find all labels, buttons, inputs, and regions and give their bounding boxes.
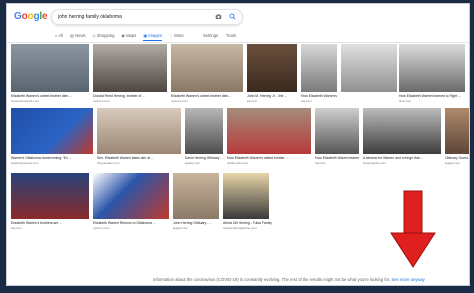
tag-icon: ◇ [92, 32, 96, 38]
news-icon: ▤ [70, 32, 74, 38]
result-thumbnail[interactable] [11, 173, 89, 219]
result-source: wsj.com [315, 161, 326, 165]
camera-icon[interactable] [215, 13, 222, 20]
result-caption[interactable]: John M. Herring Jr. - the ... [247, 94, 297, 98]
map-pin-icon: ◉ [121, 32, 126, 38]
settings-link[interactable]: Settings [203, 33, 218, 38]
result-source: ew.com [247, 99, 258, 103]
result-thumbnail[interactable] [11, 44, 89, 92]
result-caption[interactable]: Warren's Oklahoma homecoming: 'It's ... [11, 156, 93, 160]
result-caption[interactable]: A window for Warren and a fringe that ..… [363, 156, 441, 160]
result-source: tulsafamilymagazine.com [223, 226, 257, 230]
tab-images[interactable]: ▣ Images [143, 30, 163, 41]
result-caption[interactable]: Elizabeth Warren's brothers are ... [11, 221, 89, 225]
result-source: foxnewsnetwork.com [11, 99, 40, 103]
result-thumbnail[interactable] [247, 44, 297, 92]
result-thumbnail[interactable] [315, 108, 359, 154]
see-more-link[interactable]: See more anyway [391, 277, 425, 282]
result-thumbnail[interactable] [363, 108, 441, 154]
search-tabs: ⌕ All ▤ News ◇ Shopping ◉ Maps ▣ Images ⋮ More [55, 30, 184, 41]
result-caption[interactable]: How Elizabeth Warren's oldest brother ..… [227, 156, 311, 160]
result-source: legacy.com [173, 226, 188, 230]
result-thumbnail[interactable] [97, 108, 181, 154]
result-source: oklahoman.com [227, 161, 249, 165]
search-input[interactable] [58, 12, 203, 21]
result-caption[interactable]: How Elizabeth Warren learned to ... [315, 156, 359, 160]
search-icon[interactable] [229, 13, 236, 20]
result-source: time.com [399, 99, 412, 103]
result-source: nytimes.com [93, 226, 110, 230]
result-source: bostonglobe.com [363, 161, 386, 165]
tools-link[interactable]: Tools [226, 33, 236, 38]
result-thumbnail[interactable] [227, 108, 311, 154]
result-caption[interactable]: Elizabeth Warren Returns to Oklahoma ... [93, 221, 169, 225]
tab-maps[interactable]: ◉ Maps [121, 30, 136, 40]
tab-all[interactable]: ⌕ All [55, 30, 63, 40]
search-box[interactable] [51, 9, 243, 25]
result-source: legacy.com [445, 161, 460, 165]
red-down-arrow-icon [390, 190, 436, 268]
result-thumbnail[interactable] [171, 44, 243, 92]
tab-shopping[interactable]: ◇ Shopping [92, 30, 114, 40]
tab-more[interactable]: ⋮ More [169, 30, 184, 40]
result-thumbnail[interactable] [445, 108, 469, 154]
result-caption[interactable]: Donald Reed Herring, brother of ... [93, 94, 167, 98]
result-caption[interactable]: Elizabeth Warren's oldest brother dies..… [171, 94, 243, 98]
result-source: legacy.com [185, 161, 200, 165]
result-source: washingtonpost.com [11, 161, 39, 165]
google-logo[interactable]: Google [14, 11, 48, 22]
result-caption[interactable]: How Elizabeth Warren learned to Fight ..… [399, 94, 465, 98]
result-thumbnail[interactable] [11, 108, 93, 154]
result-source: nytimes.com [171, 99, 188, 103]
result-caption[interactable]: Sen. Elizabeth Warren takes aim at ... [97, 156, 181, 160]
result-thumbnail[interactable] [173, 173, 219, 219]
result-thumbnail[interactable] [93, 173, 169, 219]
result-caption[interactable]: Alexis Dill Herring - Tulsa Family ... [223, 221, 273, 225]
result-source: nytimes.com [93, 99, 110, 103]
result-thumbnail[interactable] [301, 44, 337, 92]
result-thumbnail[interactable] [399, 44, 465, 92]
result-caption[interactable]: David Herring Obituary - ... [185, 156, 223, 160]
result-thumbnail[interactable] [223, 173, 269, 219]
result-caption[interactable]: Elizabeth Warren's oldest brother dies .… [11, 94, 89, 98]
tools-bar: Settings Tools [203, 30, 236, 40]
result-source: wsj.com [301, 99, 312, 103]
more-icon: ⋮ [169, 32, 174, 38]
result-caption[interactable]: Obituary Guest... [445, 156, 469, 160]
image-icon: ▣ [143, 32, 148, 38]
search-icon: ⌕ [55, 32, 58, 38]
result-thumbnail[interactable] [185, 108, 223, 154]
result-thumbnail[interactable] [341, 44, 397, 92]
tab-news[interactable]: ▤ News [70, 30, 85, 40]
result-caption[interactable]: How Elizabeth Warren's brothers are ... [301, 94, 337, 98]
result-caption[interactable]: John Herring Obituary - ... [173, 221, 219, 225]
covid-notice: Information about the coronavirus (COVID… [153, 277, 425, 282]
result-source: theguardian.com [97, 161, 120, 165]
result-thumbnail[interactable] [93, 44, 167, 92]
search-header: Google ⌕All ▤News ◇Shopping ◉Maps ▣Image… [7, 4, 469, 43]
result-source: wsj.com [11, 226, 22, 230]
